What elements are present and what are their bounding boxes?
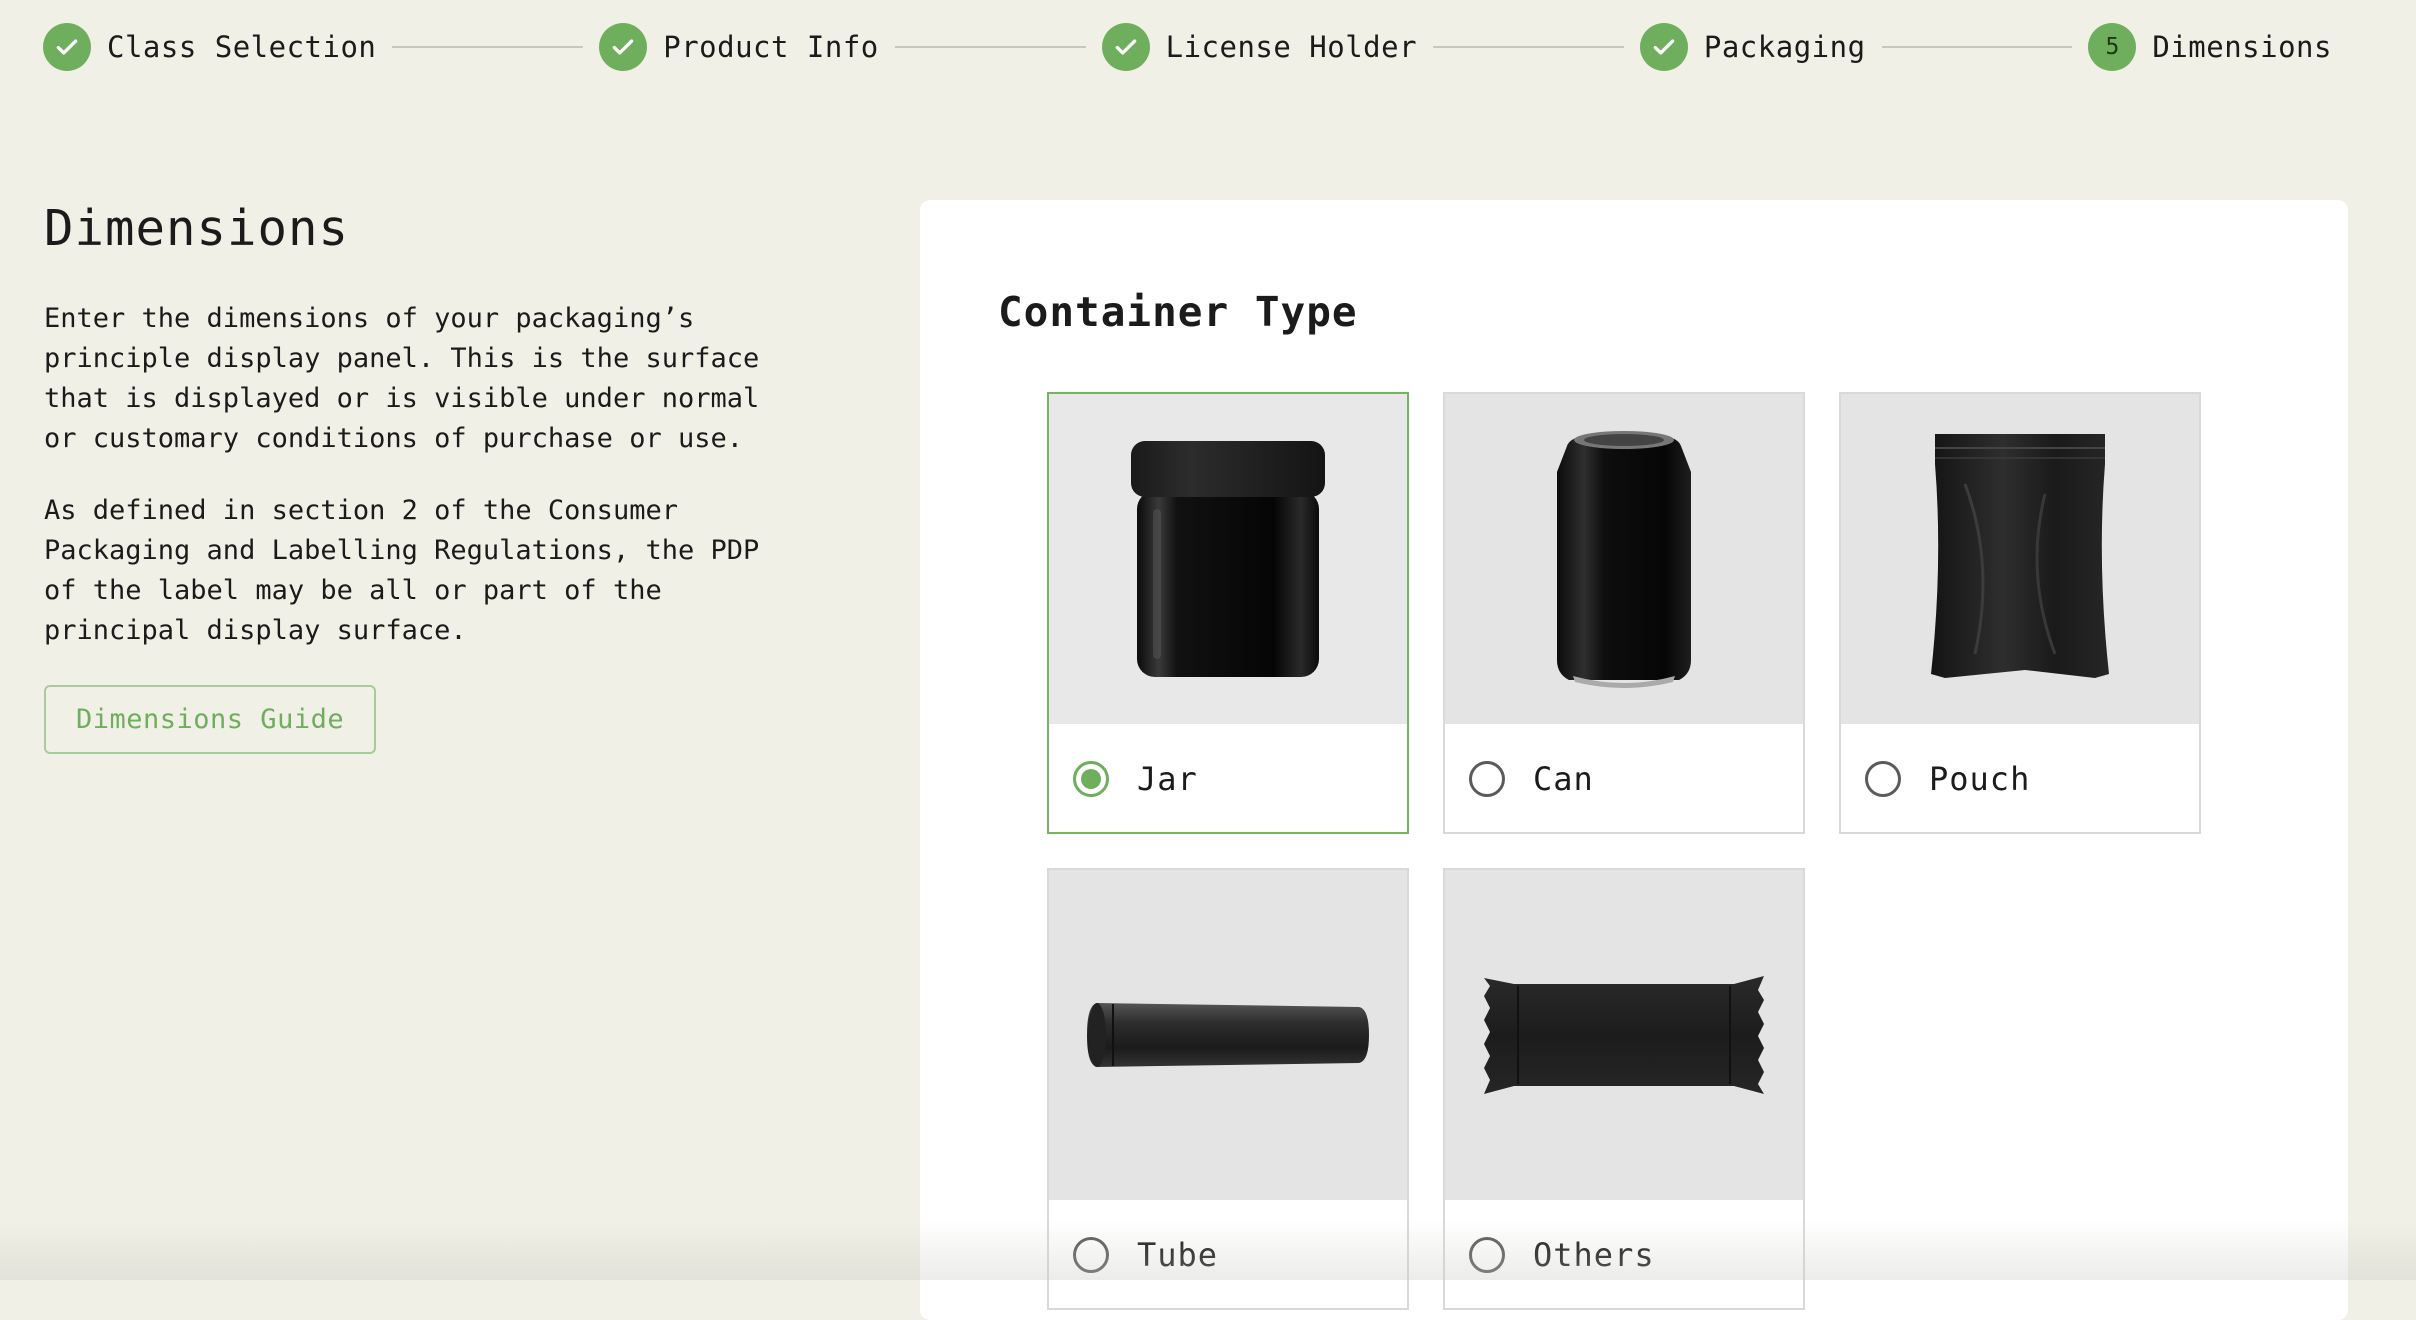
radio-button-checked[interactable] — [1073, 761, 1109, 797]
option-footer: Others — [1445, 1200, 1803, 1310]
radio-button[interactable] — [1469, 761, 1505, 797]
step-number: 5 — [2105, 34, 2120, 60]
page-title: Dimensions — [44, 200, 350, 257]
step-number-badge: 5 — [2088, 23, 2137, 71]
step-label: Packaging — [1703, 30, 1866, 64]
pouch-icon — [1841, 394, 2199, 724]
radio-button[interactable] — [1469, 1237, 1505, 1273]
regulation-paragraph: As defined in section 2 of the Consumer … — [44, 495, 760, 646]
container-type-card: Container Type Jar Can Pouch Tube Others — [920, 200, 2348, 1320]
step-label: Dimensions — [2152, 30, 2332, 64]
wrapper-icon — [1445, 870, 1803, 1200]
can-icon — [1445, 394, 1803, 724]
check-icon — [43, 23, 91, 71]
option-others[interactable]: Others — [1443, 868, 1805, 1310]
option-jar[interactable]: Jar — [1047, 392, 1409, 834]
progress-stepper: Class Selection Product Info License Hol… — [43, 22, 2332, 72]
radio-button[interactable] — [1073, 1237, 1109, 1273]
check-icon — [1639, 23, 1688, 71]
option-label: Others — [1533, 1236, 1655, 1274]
check-icon — [599, 23, 648, 71]
jar-icon — [1049, 394, 1407, 724]
radio-button[interactable] — [1865, 761, 1901, 797]
step-dimensions[interactable]: 5 Dimensions — [2088, 23, 2332, 71]
option-can[interactable]: Can — [1443, 392, 1805, 834]
option-label: Can — [1533, 760, 1594, 798]
option-label: Pouch — [1929, 760, 2031, 798]
step-connector — [1433, 46, 1624, 48]
container-options: Jar Can Pouch Tube Others — [1047, 392, 2207, 1310]
check-icon — [1101, 23, 1150, 71]
step-license-holder[interactable]: License Holder — [1101, 23, 1418, 71]
option-footer: Jar — [1049, 724, 1407, 834]
dimensions-intro: Dimensions Enter the dimensions of your … — [44, 200, 824, 754]
option-tube[interactable]: Tube — [1047, 868, 1409, 1310]
step-label: License Holder — [1165, 30, 1418, 64]
tube-icon — [1049, 870, 1407, 1200]
step-class-selection[interactable]: Class Selection — [43, 23, 376, 71]
description-paragraph: Enter the dimensions of your packaging’s… — [44, 303, 760, 454]
option-footer: Pouch — [1841, 724, 2199, 834]
section-title: Container Type — [998, 288, 1358, 336]
step-label: Product Info — [663, 30, 879, 64]
step-packaging[interactable]: Packaging — [1639, 23, 1866, 71]
dimensions-guide-button[interactable]: Dimensions Guide — [44, 685, 377, 754]
option-footer: Can — [1445, 724, 1803, 834]
option-label: Tube — [1137, 1236, 1219, 1274]
option-pouch[interactable]: Pouch — [1839, 392, 2201, 834]
step-label: Class Selection — [107, 30, 377, 64]
step-connector — [894, 46, 1086, 48]
step-connector — [1881, 46, 2073, 48]
option-label: Jar — [1137, 760, 1198, 798]
step-connector — [392, 46, 584, 48]
option-footer: Tube — [1049, 1200, 1407, 1310]
step-product-info[interactable]: Product Info — [599, 23, 879, 71]
